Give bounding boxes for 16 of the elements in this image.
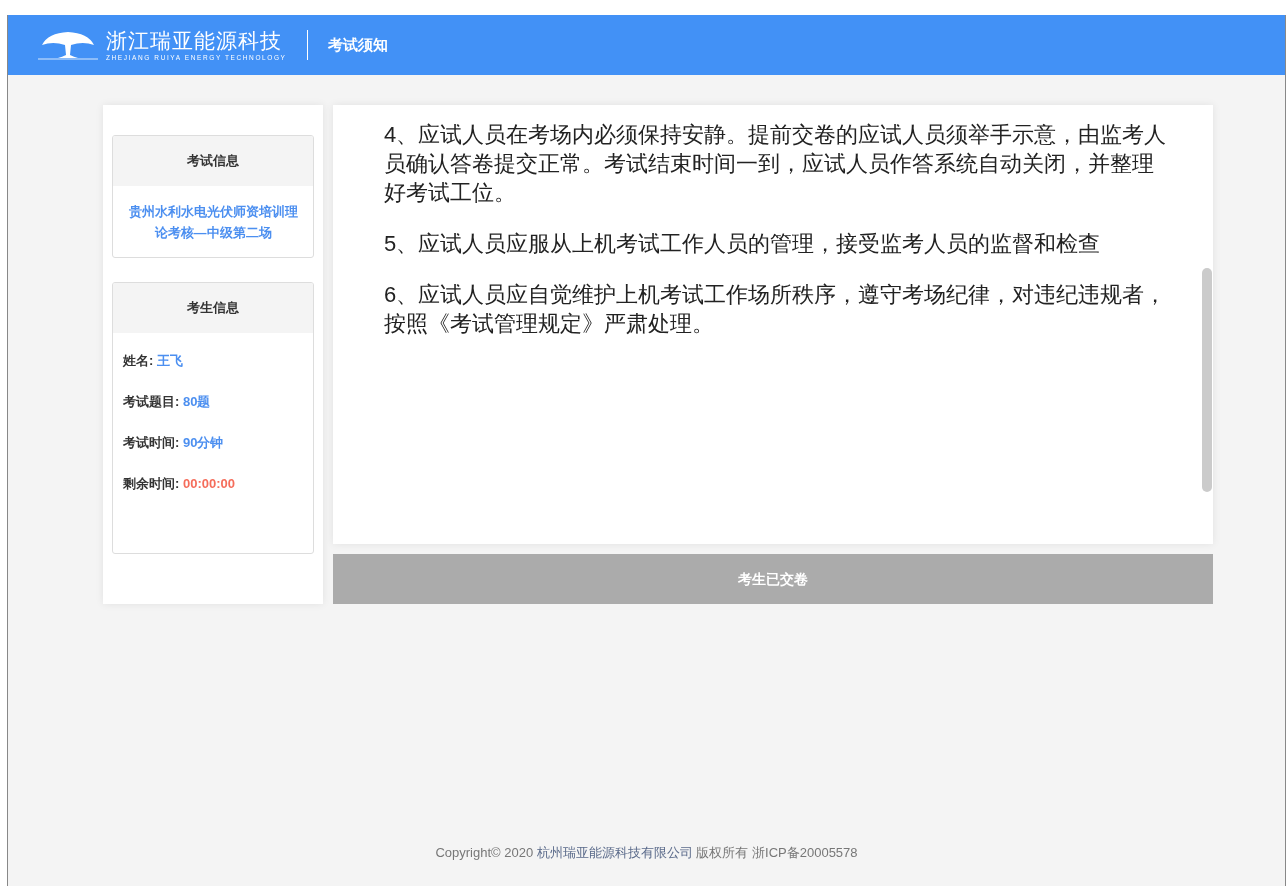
copyright-text: Copyright© 2020 杭州瑞亚能源科技有限公司 版权所有 浙ICP备20005578 xyxy=(434,843,859,862)
company-link[interactable]: 杭州瑞亚能源科技有限公司 xyxy=(536,844,693,860)
info-field: 考试时间: 90分钟 xyxy=(123,433,303,453)
exam-name: 贵州水利水电光伏师资培训理论考核—中级第二场 xyxy=(127,203,299,242)
notice-paragraph: 6、应试人员应自觉维护上机考试工作场所秩序，遵守考场纪律，对违纪违规者，按照《考试管理规定》严肃处理。 xyxy=(384,281,1168,338)
notice-paragraph: 4、应试人员在考场内必须保持安静。提前交卷的应试人员须举手示意，由监考人员确认答卷提交正常。考试结束时间一到，应试人员作答系统自动关闭，并整理好考试工位。 xyxy=(384,121,1168,207)
card-header: 考试信息 xyxy=(113,136,313,186)
scrollbar-thumb[interactable] xyxy=(1202,268,1212,492)
card-header: 考生信息 xyxy=(113,283,313,333)
notice-paragraph: 5、应试人员应服从上机考试工作人员的管理，接受监考人员的监督和检查 xyxy=(384,230,1102,258)
info-field: 姓名: 王飞 xyxy=(123,351,303,371)
company-name: 浙江瑞亚能源科技 xyxy=(106,28,283,53)
page-title: 考试须知 xyxy=(327,34,388,55)
tree-logo-icon xyxy=(38,30,98,60)
info-field: 考试题目: 80题 xyxy=(123,392,303,412)
info-field: 剩余时间: 00:00:00 xyxy=(123,474,303,494)
